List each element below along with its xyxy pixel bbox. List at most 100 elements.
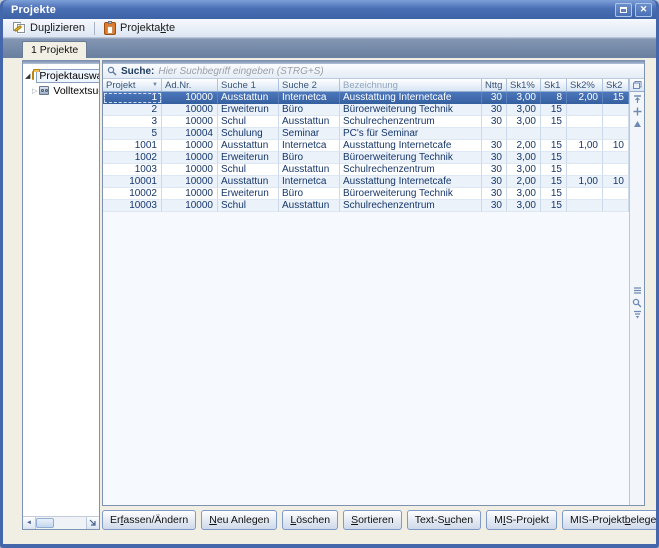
grid-cell-projekt: 2 [103,104,162,116]
tab-1-projekte[interactable]: 1 Projekte [22,41,87,58]
grid-header-cell-sk1p[interactable]: Sk1% [507,79,541,91]
button-label-part: chen [450,514,473,526]
grid-header-cell-suche2[interactable]: Suche 2 [279,79,340,91]
magnifier-icon [632,298,642,308]
restore-icon [620,7,627,13]
customize-columns-button[interactable] [630,79,644,92]
projektakte-button[interactable]: Projektakte [98,20,181,37]
mis-projekt-button[interactable]: MIS-Projekt [486,510,557,530]
sort-desc-icon: ▼ [150,82,158,88]
loeschen-button[interactable]: Löschen [282,510,338,530]
grid-row[interactable]: 100310000SchulAusstattunSchulrechenzentr… [103,164,629,176]
grid-cell-sk2 [603,128,629,140]
grid-cell-suche2: Internetca [279,176,340,188]
tree-collapsed-icon[interactable]: ▷ [32,87,37,95]
grid-row[interactable]: 1000210000ErweiterunBüroBüroerweiterung … [103,188,629,200]
grid-row[interactable]: 510004SchulungSeminarPC's für Seminar [103,128,629,140]
tree-node-volltextsuche[interactable]: ▷ Volltextsuche [23,83,99,98]
project-tree-panel: ◢ Projektauswahl ▷ Volltextsuche ◄ [22,60,100,530]
grid-header-cell-adnr[interactable]: Ad.Nr. [162,79,218,91]
mis-projektbelege-button[interactable]: MIS-Projektbelege [562,510,656,530]
grid-row[interactable]: 100110000AusstattunInternetcaAusstattung… [103,140,629,152]
tree-expanded-icon[interactable]: ◢ [25,72,30,80]
grid-cell-sk2p [567,164,603,176]
grid-header-cell-sk2[interactable]: Sk2 [603,79,629,91]
scroll-left-button[interactable]: ◄ [23,517,36,529]
duplizieren-button[interactable]: Duplizieren [7,20,91,37]
grid-cell-projekt: 5 [103,128,162,140]
grid-cell-sk1p [507,128,541,140]
grid-row[interactable]: 1000310000SchulAusstattunSchulrechenzent… [103,200,629,212]
grid-header-cell-bezeichnung[interactable]: Bezeichnung [340,79,482,91]
panel-resize-grip-button[interactable] [86,517,99,529]
sortieren-button[interactable]: Sortieren [343,510,402,530]
grid-cell-bezeichnung: Schulrechenzentrum [340,164,482,176]
column-menu-button[interactable] [631,285,644,296]
close-button[interactable]: ✕ [635,3,652,17]
grid-header-label: Sk1 [544,80,560,91]
grid-cell-suche1: Schul [218,116,279,128]
grid-cell-nttg: 30 [482,200,507,212]
folder-icon [32,71,34,80]
grid-cell-sk2p [567,104,603,116]
diagonal-arrow-icon [89,519,97,527]
grid-cell-suche1: Ausstattun [218,140,279,152]
button-label-part: ortieren [358,514,394,526]
grid-row[interactable]: 110000AusstattunInternetcaAusstattung In… [103,92,629,104]
grid-row[interactable]: 310000SchulAusstattunSchulrechenzentrum3… [103,116,629,128]
grid-cell-suche1: Schulung [218,128,279,140]
go-to-top-icon [633,95,642,104]
content-area: ◢ Projektauswahl ▷ Volltextsuche ◄ [3,58,656,544]
arrow-up-icon [633,120,642,128]
grid-scroll-controls [630,93,644,130]
grid-cell-adnr: 10000 [162,116,218,128]
grid-header-cell-suche1[interactable]: Suche 1 [218,79,279,91]
grid-header-cell-sk2p[interactable]: Sk2% [567,79,603,91]
button-label-part: elege [631,514,656,526]
grid-search-button[interactable] [631,297,644,308]
grid-header-label: Nttg [485,80,502,91]
tree-node-projektauswahl[interactable]: ◢ Projektauswahl [23,68,99,83]
filter-menu-button[interactable] [631,309,644,320]
toolbar-separator [94,22,95,35]
grid-header-cell-sk1[interactable]: Sk1 [541,79,567,91]
grid-cell-bezeichnung: Schulrechenzentrum [340,116,482,128]
grid-row[interactable]: 1000110000AusstattunInternetcaAusstattun… [103,176,629,188]
hscroll-track[interactable] [54,517,86,529]
button-label-part: M [494,514,503,526]
grid-cell-sk1p: 3,00 [507,200,541,212]
restore-button[interactable] [615,3,632,17]
search-label: Suche: [121,66,154,77]
duplicate-icon [13,22,26,34]
grid-cell-sk1p: 3,00 [507,164,541,176]
expand-rows-button[interactable] [631,106,644,117]
grid-cell-sk2p [567,116,603,128]
grid-header-cell-projekt[interactable]: Projekt▼ [103,79,162,91]
grid-cell-projekt: 1 [103,92,162,104]
grid-search-bar[interactable]: Suche: Hier Suchbegriff eingeben (STRG+S… [103,64,644,79]
neu-anlegen-button[interactable]: Neu Anlegen [201,510,277,530]
hscroll-thumb[interactable] [36,518,54,528]
grid-row[interactable]: 100210000ErweiterunBüroBüroerweiterung T… [103,152,629,164]
text-suchen-button[interactable]: Text-Suchen [407,510,481,530]
projektakte-icon [104,22,116,35]
go-to-top-button[interactable] [631,94,644,105]
button-label-part: Er [110,514,121,526]
scroll-up-button[interactable] [631,118,644,129]
grid-lower: Projekt▼Ad.Nr.Suche 1Suche 2BezeichnungN… [103,79,644,505]
erfassen-aendern-button[interactable]: Erfassen/Ändern [102,510,196,530]
grid-row[interactable]: 210000ErweiterunBüroBüroerweiterung Tech… [103,104,629,116]
tree-label-projektauswahl[interactable]: Projektauswahl [36,69,99,83]
grid-header-cell-nttg[interactable]: Nttg [482,79,507,91]
grid-cell-suche1: Ausstattun [218,92,279,104]
window-client-area: Duplizieren Projektakte 1 Projekte ◢ [3,19,656,544]
search-placeholder: Hier Suchbegriff eingeben (STRG+S) [158,66,323,77]
grid-cell-suche1: Erweiterun [218,104,279,116]
tree-label-volltextsuche[interactable]: Volltextsuche [51,85,99,97]
grid-cell-adnr: 10000 [162,104,218,116]
titlebar[interactable]: Projekte ✕ [3,0,656,19]
search-icon [107,66,117,76]
grid-cell-sk1: 15 [541,188,567,200]
grid-cell-sk2 [603,188,629,200]
customize-columns-icon [633,81,642,89]
